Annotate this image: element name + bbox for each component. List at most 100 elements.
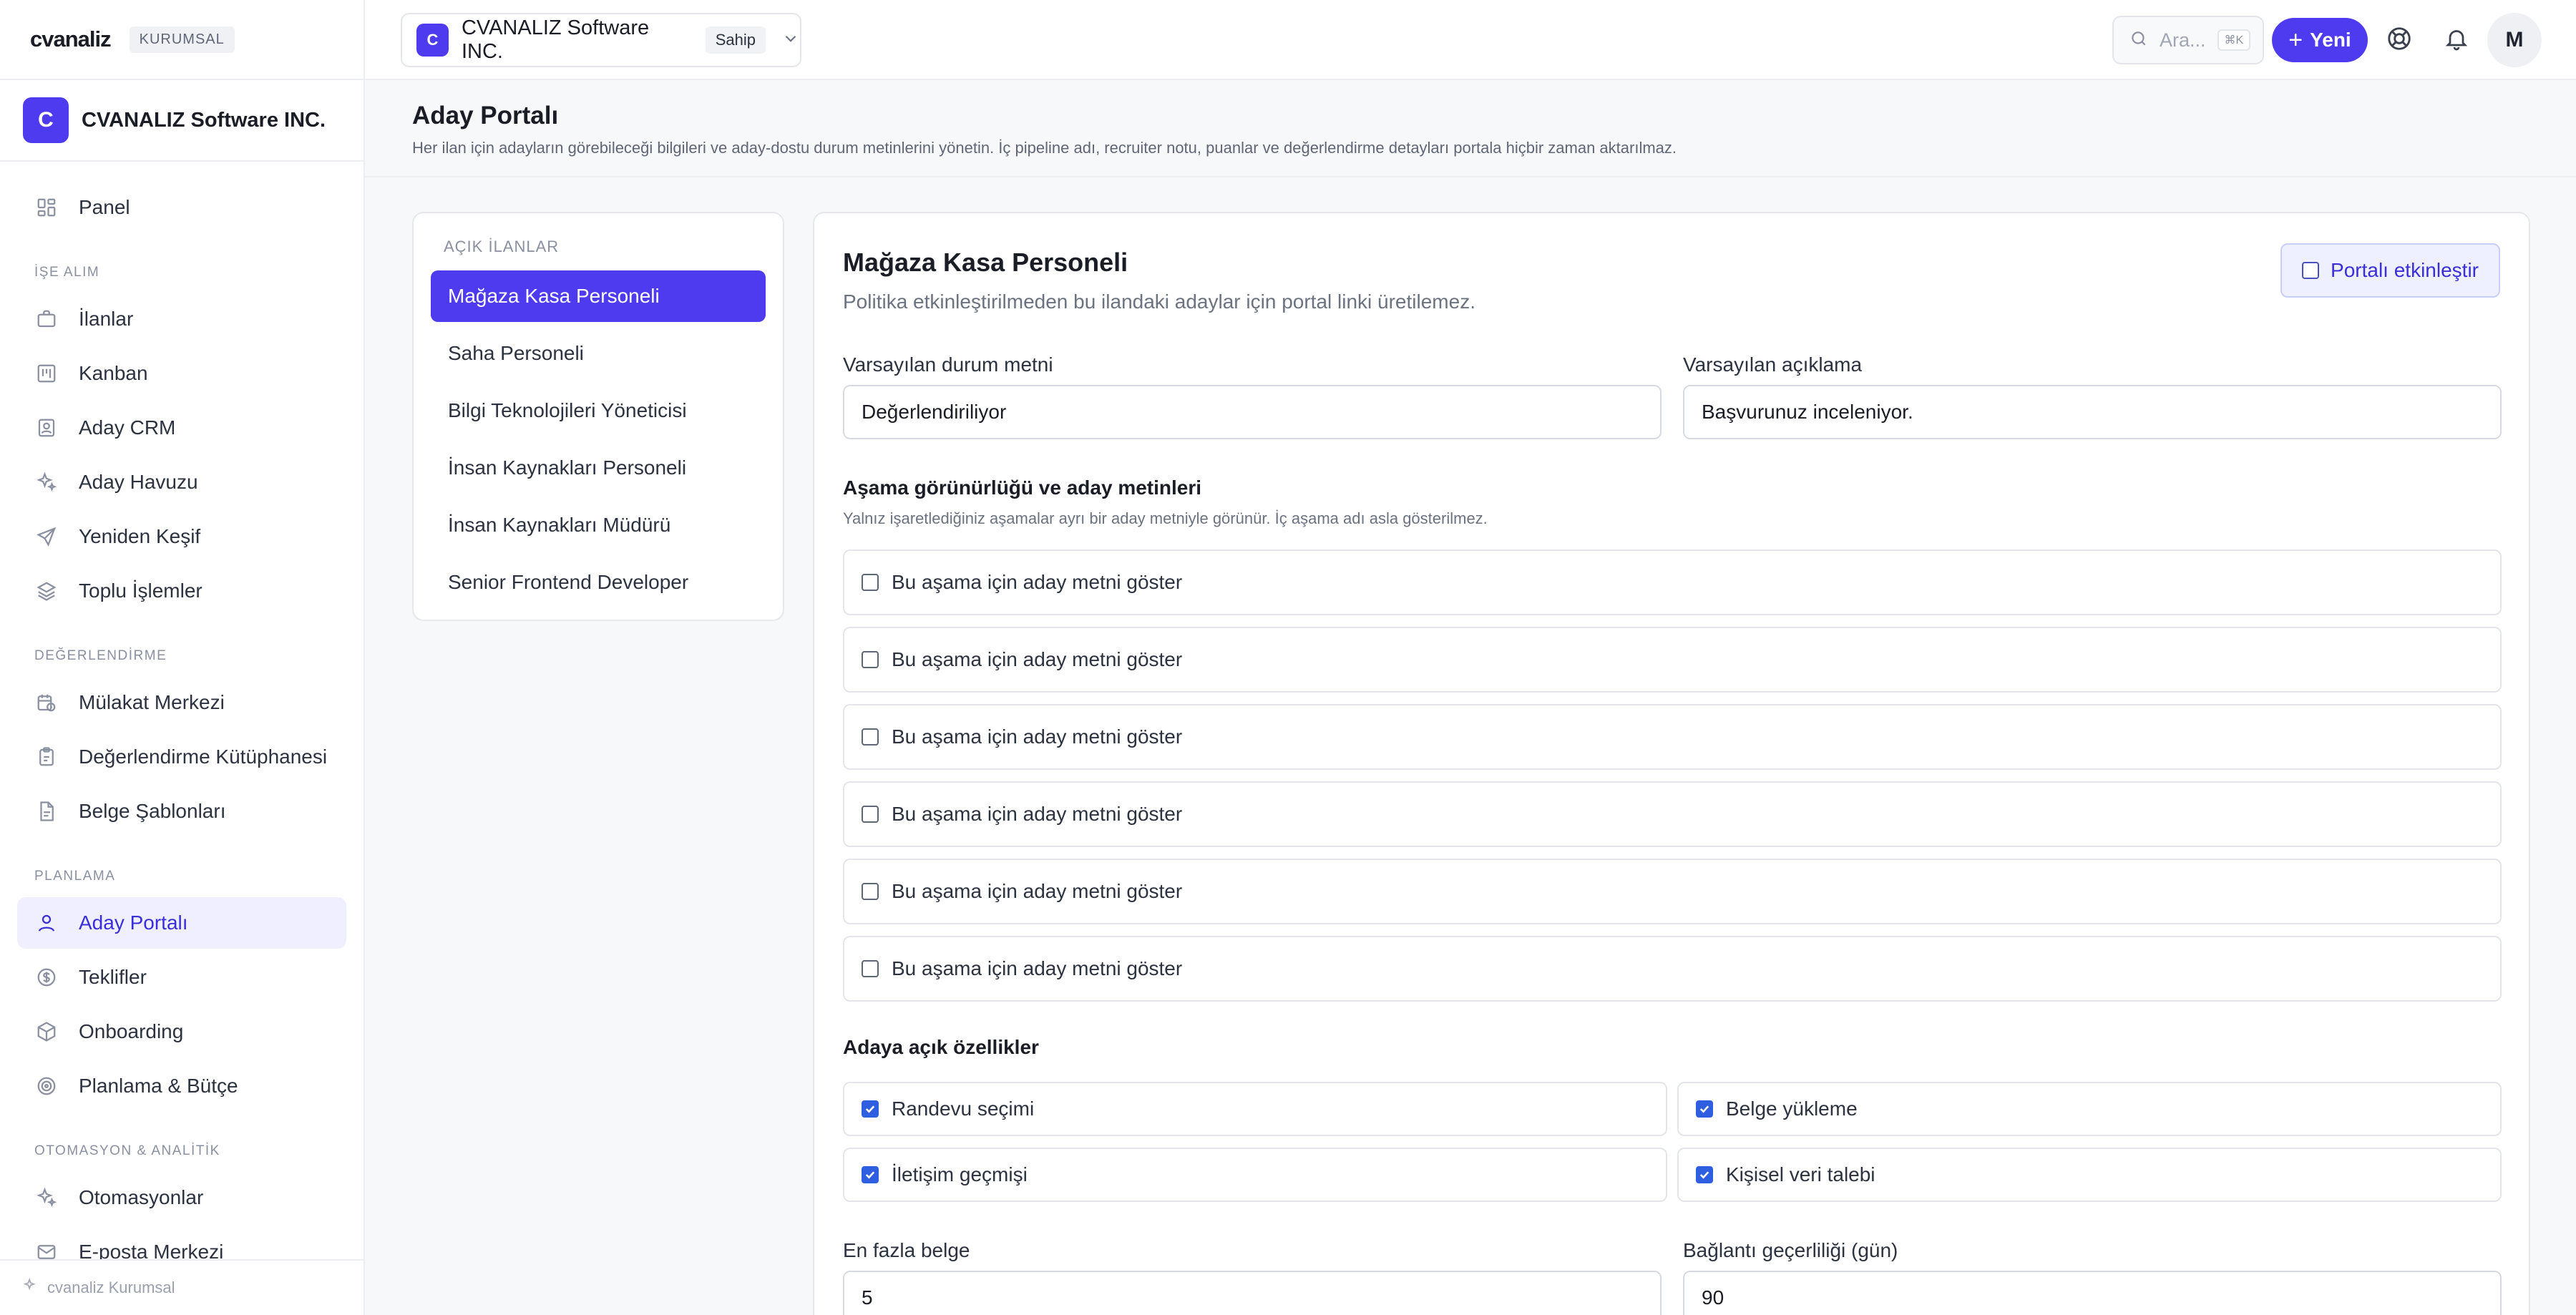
org-switcher[interactable]: C CVANALIZ Software INC. Sahip (401, 13, 801, 67)
job-item[interactable]: Senior Frontend Developer (431, 557, 766, 608)
feature-label: Randevu seçimi (892, 1098, 1035, 1120)
user-icon (34, 911, 59, 935)
enable-portal-toggle[interactable]: Portalı etkinleştir (2280, 243, 2500, 298)
feature-checkbox[interactable] (1696, 1100, 1713, 1118)
candidate-features-title: Adaya açık özellikler (843, 1036, 1039, 1058)
sidebar-item-yeniden-kesif[interactable]: Yeniden Keşif (17, 511, 346, 562)
org-name: CVANALIZ Software INC. (82, 108, 326, 132)
send-icon (34, 524, 59, 549)
sidebar-item-ilanlar[interactable]: İlanlar (17, 293, 346, 345)
feature-iletisim[interactable]: İletişim geçmişi (843, 1148, 1667, 1202)
sidebar-item-toplu-islemler[interactable]: Toplu İşlemler (17, 565, 346, 617)
sidebar-item-label: Aday Portalı (79, 911, 188, 934)
feature-checkbox[interactable] (862, 1100, 879, 1118)
footer-label: cvanaliz Kurumsal (47, 1279, 175, 1296)
org-switcher-avatar: C (416, 24, 449, 57)
check-icon (1699, 1105, 1709, 1113)
sidebar-item-label: Kanban (79, 362, 148, 384)
search-input[interactable]: Ara... ⌘K (2112, 16, 2264, 64)
search-shortcut: ⌘K (2217, 29, 2251, 51)
sidebar-item-kanban[interactable]: Kanban (17, 348, 346, 399)
stage-visibility-row[interactable]: Bu aşama için aday metni göster (843, 704, 2502, 770)
sidebar-item-label: Belge Şablonları (79, 800, 226, 822)
new-button[interactable]: + Yeni (2272, 18, 2368, 62)
plus-icon: + (2288, 26, 2303, 54)
feature-checkbox[interactable] (862, 1166, 879, 1183)
user-avatar[interactable]: M (2487, 13, 2542, 67)
open-jobs-list: AÇIK İLANLAR Mağaza Kasa Personeli Saha … (412, 212, 784, 621)
job-subtitle: Politika etkinleştirilmeden bu ilandaki … (843, 290, 1475, 313)
job-item[interactable]: Bilgi Teknolojileri Yöneticisi (431, 385, 766, 436)
stage-option-label: Bu aşama için aday metni göster (892, 957, 1183, 979)
stage-visibility-title: Aşama görünürlüğü ve aday metinleri (843, 476, 1202, 499)
stage-checkbox[interactable] (862, 651, 879, 668)
feature-kisisel-veri[interactable]: Kişisel veri talebi (1677, 1148, 2502, 1202)
check-icon (1699, 1171, 1709, 1179)
stage-option-label: Bu aşama için aday metni göster (892, 648, 1183, 670)
enable-portal-checkbox[interactable] (2302, 262, 2320, 279)
role-badge: Sahip (705, 26, 766, 54)
check-icon (865, 1105, 875, 1113)
sidebar-item-panel[interactable]: Panel (17, 182, 346, 233)
job-item[interactable]: Mağaza Kasa Personeli (431, 270, 766, 322)
default-desc-input[interactable]: Başvurunuz inceleniyor. (1683, 385, 2502, 439)
job-item[interactable]: Saha Personeli (431, 328, 766, 379)
job-item[interactable]: İnsan Kaynakları Müdürü (431, 499, 766, 551)
default-status-input[interactable]: Değerlendiriliyor (843, 385, 1662, 439)
stage-visibility-row[interactable]: Bu aşama için aday metni göster (843, 627, 2502, 693)
portal-policy-panel: Mağaza Kasa Personeli Politika etkinleşt… (813, 212, 2530, 1315)
job-title: Mağaza Kasa Personeli (843, 248, 1128, 277)
sparkles-icon (34, 470, 59, 494)
sidebar-item-onboarding[interactable]: Onboarding (17, 1006, 346, 1057)
brand-logo[interactable]: cvanaliz (30, 26, 112, 52)
sidebar-item-otomasyonlar[interactable]: Otomasyonlar (17, 1172, 346, 1223)
org-header[interactable]: C CVANALIZ Software INC. (0, 80, 364, 162)
bell-icon (2444, 26, 2469, 55)
stage-option-label: Bu aşama için aday metni göster (892, 571, 1183, 593)
feature-label: İletişim geçmişi (892, 1163, 1028, 1186)
target-icon (34, 1074, 59, 1098)
sidebar-item-label: Onboarding (79, 1020, 184, 1042)
stage-checkbox[interactable] (862, 574, 879, 591)
sidebar-item-label: Mülakat Merkezi (79, 691, 225, 713)
link-validity-value: 90 (1702, 1286, 1724, 1309)
stage-visibility-row[interactable]: Bu aşama için aday metni göster (843, 859, 2502, 924)
stage-option-label: Bu aşama için aday metni göster (892, 880, 1183, 902)
help-button[interactable] (2382, 23, 2416, 57)
sidebar-item-degerlendirme-kutuphanesi[interactable]: Değerlendirme Kütüphanesi (17, 731, 346, 783)
sidebar-item-label: Değerlendirme Kütüphanesi (79, 746, 328, 768)
sidebar-item-label: Yeniden Keşif (79, 525, 201, 547)
link-validity-label: Bağlantı geçerliliği (gün) (1683, 1239, 1898, 1261)
check-icon (865, 1171, 875, 1179)
stage-visibility-row[interactable]: Bu aşama için aday metni göster (843, 549, 2502, 615)
sidebar-item-aday-portali[interactable]: Aday Portalı (17, 897, 346, 949)
org-avatar: C (23, 97, 69, 143)
sidebar-item-aday-crm[interactable]: Aday CRM (17, 402, 346, 454)
feature-randevu[interactable]: Randevu seçimi (843, 1082, 1667, 1136)
notifications-button[interactable] (2439, 23, 2474, 57)
sidebar-footer: cvanaliz Kurumsal (0, 1259, 364, 1315)
job-item[interactable]: İnsan Kaynakları Personeli (431, 442, 766, 494)
sidebar-item-teklifler[interactable]: Teklifler (17, 952, 346, 1003)
stage-option-label: Bu aşama için aday metni göster (892, 725, 1183, 748)
feature-belge-yukleme[interactable]: Belge yükleme (1677, 1082, 2502, 1136)
feature-label: Belge yükleme (1726, 1098, 1858, 1120)
stage-checkbox[interactable] (862, 806, 879, 823)
max-docs-input[interactable]: 5 (843, 1271, 1662, 1315)
stage-visibility-row[interactable]: Bu aşama için aday metni göster (843, 936, 2502, 1002)
feature-checkbox[interactable] (1696, 1166, 1713, 1183)
stage-checkbox[interactable] (862, 960, 879, 977)
stage-checkbox[interactable] (862, 883, 879, 900)
link-validity-input[interactable]: 90 (1683, 1271, 2502, 1315)
sidebar-item-mulakat-merkezi[interactable]: Mülakat Merkezi (17, 677, 346, 728)
sidebar-item-label: Aday Havuzu (79, 471, 198, 493)
calendar-clock-icon (34, 690, 59, 715)
sidebar-item-aday-havuzu[interactable]: Aday Havuzu (17, 456, 346, 508)
sidebar-item-planlama-butce[interactable]: Planlama & Bütçe (17, 1060, 346, 1112)
stage-checkbox[interactable] (862, 728, 879, 746)
sidebar-item-belge-sablonlari[interactable]: Belge Şablonları (17, 786, 346, 837)
stage-visibility-row[interactable]: Bu aşama için aday metni göster (843, 781, 2502, 847)
sidebar: cvanaliz KURUMSAL C CVANALIZ Software IN… (0, 0, 365, 1315)
open-jobs-title: AÇIK İLANLAR (444, 238, 560, 255)
org-switcher-name: CVANALIZ Software INC. (461, 16, 650, 63)
